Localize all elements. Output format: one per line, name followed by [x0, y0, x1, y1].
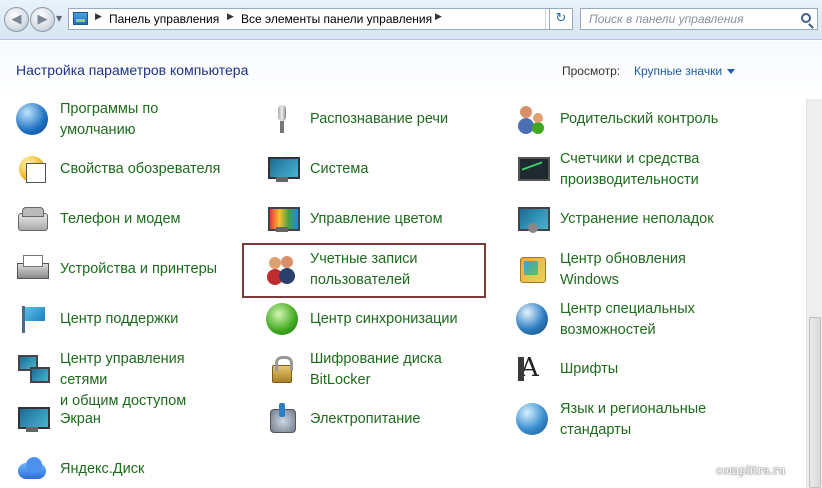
windows-update-icon	[516, 253, 548, 285]
item-bitlocker[interactable]: Шифрование диска BitLocker	[266, 349, 486, 391]
color-management-icon	[266, 203, 300, 235]
view-label: Просмотр:	[562, 64, 621, 78]
watermark: complitra.ru	[716, 464, 786, 477]
user-accounts-icon	[266, 253, 298, 285]
view-mode-value[interactable]: Крупные значки	[634, 64, 722, 78]
troubleshooting-icon	[516, 203, 550, 235]
item-system[interactable]: Система	[266, 149, 486, 191]
forward-button[interactable]: ▶	[30, 7, 55, 32]
search-icon[interactable]	[801, 13, 811, 23]
item-label[interactable]: Система	[310, 159, 368, 180]
sync-icon	[266, 303, 298, 335]
item-label[interactable]: Учетные записи пользователей	[310, 249, 418, 291]
item-sync-center[interactable]: Центр синхронизации	[266, 299, 486, 341]
action-center-flag-icon	[16, 303, 48, 335]
display-icon	[16, 403, 50, 435]
internet-options-icon	[16, 153, 48, 185]
item-network-center[interactable]: Центр управления сетями и общим доступом	[16, 349, 236, 409]
address-bar[interactable]: ▶ Панель управления ▶ Все элементы панел…	[68, 8, 569, 30]
breadcrumb-control-panel[interactable]: Панель управления	[109, 12, 219, 26]
item-internet-options[interactable]: Свойства обозревателя	[16, 149, 236, 191]
region-language-icon	[516, 403, 548, 435]
item-label[interactable]: Язык и региональные стандарты	[560, 399, 706, 441]
breadcrumb-all-items[interactable]: Все элементы панели управления	[241, 12, 432, 26]
control-panel-icon	[73, 12, 88, 25]
item-fonts[interactable]: Шрифты	[516, 349, 786, 391]
power-icon	[266, 403, 298, 435]
item-label[interactable]: Родительский контроль	[560, 109, 718, 130]
scrollbar-thumb[interactable]	[809, 317, 821, 488]
item-color-management[interactable]: Управление цветом	[266, 199, 486, 241]
page-title: Настройка параметров компьютера	[16, 62, 249, 78]
item-label[interactable]: Экран	[60, 409, 101, 430]
system-icon	[266, 153, 300, 185]
chevron-down-icon[interactable]	[727, 69, 736, 75]
item-label[interactable]: Распознавание речи	[310, 109, 448, 130]
breadcrumb-separator-icon[interactable]: ▶	[227, 12, 234, 22]
recent-pages-dropdown[interactable]: ▼	[56, 14, 62, 23]
phone-modem-icon	[16, 203, 48, 235]
item-devices-printers[interactable]: Устройства и принтеры	[16, 249, 236, 291]
parental-controls-icon	[516, 103, 548, 135]
cloud-icon	[16, 453, 48, 485]
item-performance[interactable]: Счетчики и средства производительности	[516, 149, 786, 191]
item-label[interactable]: Управление цветом	[310, 209, 443, 230]
item-label[interactable]: Центр обновления Windows	[560, 249, 686, 291]
refresh-button[interactable]: ↻	[549, 8, 573, 30]
content-header: Настройка параметров компьютера Просмотр…	[0, 41, 822, 99]
fonts-icon	[516, 353, 548, 385]
network-icon	[16, 353, 50, 385]
accessibility-icon	[516, 303, 548, 335]
item-label[interactable]: Свойства обозревателя	[60, 159, 220, 180]
item-label[interactable]: Шифрование диска BitLocker	[310, 349, 442, 391]
search-box[interactable]: Поиск в панели управления	[580, 8, 818, 30]
item-speech-recognition[interactable]: Распознавание речи	[266, 99, 486, 141]
item-accessibility[interactable]: Центр специальных возможностей	[516, 299, 786, 341]
item-yandex-disk[interactable]: Яндекс.Диск	[16, 449, 236, 488]
item-label[interactable]: Счетчики и средства производительности	[560, 149, 699, 191]
item-troubleshooting[interactable]: Устранение неполадок	[516, 199, 786, 241]
item-label[interactable]: Телефон и модем	[60, 209, 181, 230]
default-programs-icon	[16, 103, 48, 135]
item-region-language[interactable]: Язык и региональные стандарты	[516, 399, 786, 441]
item-label[interactable]: Центр поддержки	[60, 309, 178, 330]
item-label[interactable]: Устранение неполадок	[560, 209, 714, 230]
item-label[interactable]: Программы по умолчанию	[60, 99, 158, 141]
item-parental-controls[interactable]: Родительский контроль	[516, 99, 786, 141]
breadcrumb-separator-icon[interactable]: ▶	[435, 12, 442, 22]
item-label[interactable]: Центр синхронизации	[310, 309, 458, 330]
item-label[interactable]: Устройства и принтеры	[60, 259, 217, 280]
item-display[interactable]: Экран	[16, 399, 236, 441]
item-action-center[interactable]: Центр поддержки	[16, 299, 236, 341]
item-label[interactable]: Шрифты	[560, 359, 618, 380]
microphone-icon	[266, 103, 298, 135]
back-button[interactable]: ◀	[4, 7, 29, 32]
item-label[interactable]: Яндекс.Диск	[60, 459, 144, 480]
printer-icon	[16, 253, 49, 285]
item-power-options[interactable]: Электропитание	[266, 399, 486, 441]
navigation-bar: ◀ ▶ ▼ ▶ Панель управления ▶ Все элементы…	[0, 0, 822, 40]
item-user-accounts[interactable]: Учетные записи пользователей	[266, 249, 482, 291]
search-input[interactable]: Поиск в панели управления	[589, 12, 744, 26]
bitlocker-lock-icon	[266, 353, 298, 385]
item-label[interactable]: Центр специальных возможностей	[560, 299, 695, 341]
item-phone-modem[interactable]: Телефон и модем	[16, 199, 236, 241]
item-windows-update[interactable]: Центр обновления Windows	[516, 249, 786, 291]
breadcrumb-separator-icon[interactable]: ▶	[95, 12, 102, 22]
view-mode-dropdown[interactable]: Крупные значки	[634, 64, 736, 78]
item-default-programs[interactable]: Программы по умолчанию	[16, 99, 236, 141]
vertical-scrollbar[interactable]	[806, 99, 822, 488]
item-label[interactable]: Электропитание	[310, 409, 420, 430]
performance-icon	[516, 153, 550, 185]
